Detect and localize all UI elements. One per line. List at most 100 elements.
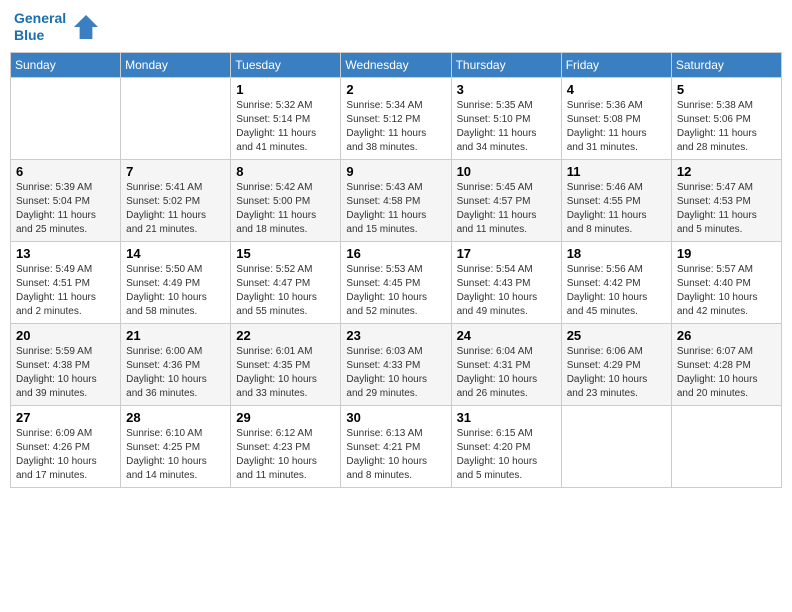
day-info: Sunrise: 5:53 AM Sunset: 4:45 PM Dayligh… [346, 263, 445, 319]
day-info: Sunrise: 5:54 AM Sunset: 4:43 PM Dayligh… [457, 263, 556, 319]
calendar-cell: 26 Sunrise: 6:07 AM Sunset: 4:28 PM Dayli… [671, 323, 781, 405]
calendar-cell [561, 405, 671, 487]
day-number: 13 [16, 246, 115, 261]
day-info: Sunrise: 5:43 AM Sunset: 4:58 PM Dayligh… [346, 181, 445, 237]
day-info: Sunrise: 6:12 AM Sunset: 4:23 PM Dayligh… [236, 427, 335, 483]
day-number: 3 [457, 82, 556, 97]
calendar-cell: 5 Sunrise: 5:38 AM Sunset: 5:06 PM Daylig… [671, 77, 781, 159]
day-info: Sunrise: 5:49 AM Sunset: 4:51 PM Dayligh… [16, 263, 115, 319]
calendar-cell: 4 Sunrise: 5:36 AM Sunset: 5:08 PM Daylig… [561, 77, 671, 159]
calendar-cell: 10Sunrise: 5:45 AM Sunset: 4:57 PM Dayli… [451, 159, 561, 241]
calendar-cell: 17 Sunrise: 5:54 AM Sunset: 4:43 PM Dayli… [451, 241, 561, 323]
calendar-week-row: 27 Sunrise: 6:09 AM Sunset: 4:26 PM Dayli… [11, 405, 782, 487]
day-info: Sunrise: 5:36 AM Sunset: 5:08 PM Dayligh… [567, 99, 666, 155]
day-number: 31 [457, 410, 556, 425]
day-info: Sunrise: 5:38 AM Sunset: 5:06 PM Dayligh… [677, 99, 776, 155]
day-number: 12 [677, 164, 776, 179]
day-info: Sunrise: 5:47 AM Sunset: 4:53 PM Dayligh… [677, 181, 776, 237]
day-of-week-header: Saturday [671, 52, 781, 77]
day-info: Sunrise: 6:13 AM Sunset: 4:21 PM Dayligh… [346, 427, 445, 483]
day-info: Sunrise: 6:06 AM Sunset: 4:29 PM Dayligh… [567, 345, 666, 401]
day-number: 30 [346, 410, 445, 425]
calendar-header: SundayMondayTuesdayWednesdayThursdayFrid… [11, 52, 782, 77]
day-number: 1 [236, 82, 335, 97]
day-of-week-header: Friday [561, 52, 671, 77]
day-number: 19 [677, 246, 776, 261]
calendar-cell: 12 Sunrise: 5:47 AM Sunset: 4:53 PM Dayli… [671, 159, 781, 241]
calendar-cell: 16 Sunrise: 5:53 AM Sunset: 4:45 PM Dayli… [341, 241, 451, 323]
day-number: 23 [346, 328, 445, 343]
day-number: 21 [126, 328, 225, 343]
logo-text2: Blue [14, 27, 66, 44]
day-of-week-header: Monday [121, 52, 231, 77]
day-number: 2 [346, 82, 445, 97]
calendar-cell: 27 Sunrise: 6:09 AM Sunset: 4:26 PM Dayli… [11, 405, 121, 487]
calendar-cell: 14 Sunrise: 5:50 AM Sunset: 4:49 PM Dayli… [121, 241, 231, 323]
calendar-week-row: 6 Sunrise: 5:39 AM Sunset: 5:04 PM Daylig… [11, 159, 782, 241]
calendar-cell [11, 77, 121, 159]
calendar-cell: 22Sunrise: 6:01 AM Sunset: 4:35 PM Dayli… [231, 323, 341, 405]
calendar-week-row: 20 Sunrise: 5:59 AM Sunset: 4:38 PM Dayli… [11, 323, 782, 405]
calendar-cell: 9 Sunrise: 5:43 AM Sunset: 4:58 PM Daylig… [341, 159, 451, 241]
calendar-cell: 21 Sunrise: 6:00 AM Sunset: 4:36 PM Dayli… [121, 323, 231, 405]
calendar-cell: 24 Sunrise: 6:04 AM Sunset: 4:31 PM Dayli… [451, 323, 561, 405]
calendar-cell: 11 Sunrise: 5:46 AM Sunset: 4:55 PM Dayli… [561, 159, 671, 241]
calendar-cell: 18Sunrise: 5:56 AM Sunset: 4:42 PM Dayli… [561, 241, 671, 323]
page-header: General Blue [10, 10, 782, 44]
calendar-week-row: 13 Sunrise: 5:49 AM Sunset: 4:51 PM Dayli… [11, 241, 782, 323]
calendar-cell: 8 Sunrise: 5:42 AM Sunset: 5:00 PM Daylig… [231, 159, 341, 241]
day-info: Sunrise: 6:00 AM Sunset: 4:36 PM Dayligh… [126, 345, 225, 401]
day-number: 27 [16, 410, 115, 425]
day-of-week-header: Wednesday [341, 52, 451, 77]
day-info: Sunrise: 5:42 AM Sunset: 5:00 PM Dayligh… [236, 181, 335, 237]
calendar-cell: 31 Sunrise: 6:15 AM Sunset: 4:20 PM Dayli… [451, 405, 561, 487]
day-info: Sunrise: 6:09 AM Sunset: 4:26 PM Dayligh… [16, 427, 115, 483]
day-info: Sunrise: 5:41 AM Sunset: 5:02 PM Dayligh… [126, 181, 225, 237]
calendar-cell: 28 Sunrise: 6:10 AM Sunset: 4:25 PM Dayli… [121, 405, 231, 487]
day-info: Sunrise: 6:15 AM Sunset: 4:20 PM Dayligh… [457, 427, 556, 483]
day-number: 14 [126, 246, 225, 261]
day-number: 4 [567, 82, 666, 97]
day-number: 9 [346, 164, 445, 179]
day-info: Sunrise: 6:07 AM Sunset: 4:28 PM Dayligh… [677, 345, 776, 401]
day-number: 25 [567, 328, 666, 343]
calendar-cell: 29Sunrise: 6:12 AM Sunset: 4:23 PM Dayli… [231, 405, 341, 487]
calendar-cell: 19Sunrise: 5:57 AM Sunset: 4:40 PM Dayli… [671, 241, 781, 323]
day-info: Sunrise: 6:10 AM Sunset: 4:25 PM Dayligh… [126, 427, 225, 483]
calendar-cell: 2Sunrise: 5:34 AM Sunset: 5:12 PM Daylig… [341, 77, 451, 159]
day-info: Sunrise: 5:39 AM Sunset: 5:04 PM Dayligh… [16, 181, 115, 237]
day-info: Sunrise: 6:04 AM Sunset: 4:31 PM Dayligh… [457, 345, 556, 401]
calendar-cell: 23 Sunrise: 6:03 AM Sunset: 4:33 PM Dayli… [341, 323, 451, 405]
day-info: Sunrise: 6:03 AM Sunset: 4:33 PM Dayligh… [346, 345, 445, 401]
calendar-cell: 20 Sunrise: 5:59 AM Sunset: 4:38 PM Dayli… [11, 323, 121, 405]
day-of-week-header: Thursday [451, 52, 561, 77]
day-number: 8 [236, 164, 335, 179]
calendar-cell: 6 Sunrise: 5:39 AM Sunset: 5:04 PM Daylig… [11, 159, 121, 241]
logo-icon [70, 11, 102, 43]
day-number: 6 [16, 164, 115, 179]
day-number: 16 [346, 246, 445, 261]
logo: General Blue [14, 10, 102, 44]
day-number: 5 [677, 82, 776, 97]
day-info: Sunrise: 5:46 AM Sunset: 4:55 PM Dayligh… [567, 181, 666, 237]
day-info: Sunrise: 5:59 AM Sunset: 4:38 PM Dayligh… [16, 345, 115, 401]
calendar-table: SundayMondayTuesdayWednesdayThursdayFrid… [10, 52, 782, 488]
calendar-cell: 1 Sunrise: 5:32 AM Sunset: 5:14 PM Daylig… [231, 77, 341, 159]
day-number: 28 [126, 410, 225, 425]
calendar-cell: 30 Sunrise: 6:13 AM Sunset: 4:21 PM Dayli… [341, 405, 451, 487]
day-number: 26 [677, 328, 776, 343]
day-number: 11 [567, 164, 666, 179]
day-number: 17 [457, 246, 556, 261]
day-number: 15 [236, 246, 335, 261]
day-number: 22 [236, 328, 335, 343]
day-of-week-header: Sunday [11, 52, 121, 77]
calendar-cell: 3Sunrise: 5:35 AM Sunset: 5:10 PM Daylig… [451, 77, 561, 159]
day-info: Sunrise: 5:50 AM Sunset: 4:49 PM Dayligh… [126, 263, 225, 319]
day-number: 7 [126, 164, 225, 179]
calendar-cell: 15Sunrise: 5:52 AM Sunset: 4:47 PM Dayli… [231, 241, 341, 323]
day-number: 10 [457, 164, 556, 179]
calendar-cell: 13 Sunrise: 5:49 AM Sunset: 4:51 PM Dayli… [11, 241, 121, 323]
day-number: 24 [457, 328, 556, 343]
day-info: Sunrise: 5:32 AM Sunset: 5:14 PM Dayligh… [236, 99, 335, 155]
day-number: 20 [16, 328, 115, 343]
